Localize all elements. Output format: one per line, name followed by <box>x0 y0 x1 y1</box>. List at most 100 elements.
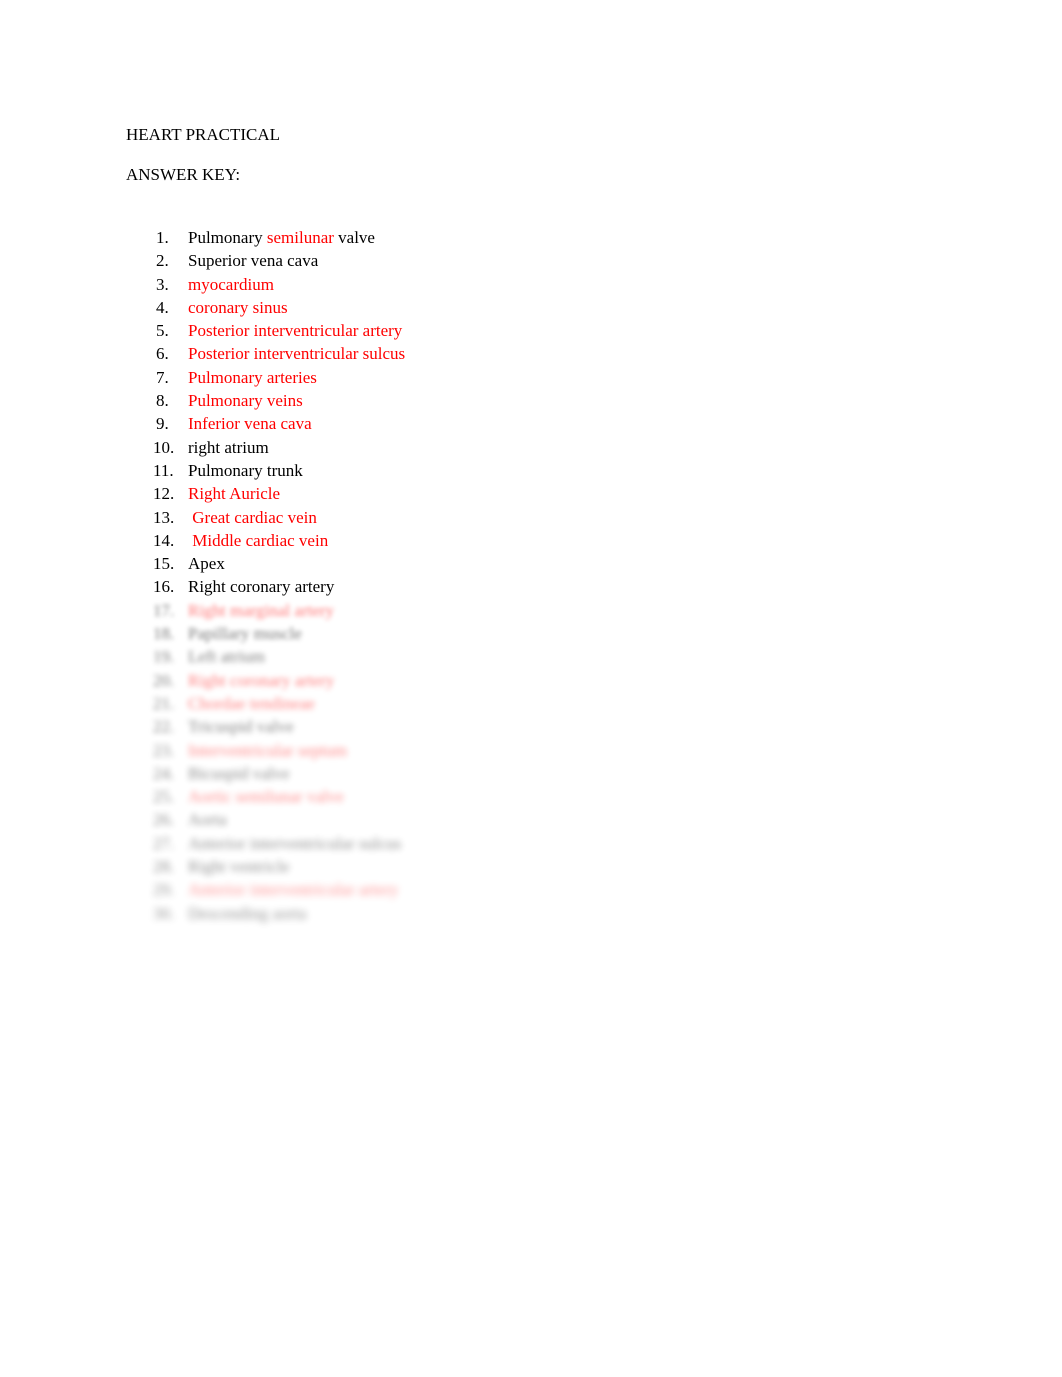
list-item-number: 18. <box>153 624 175 644</box>
list-item: 24. Bicuspid valve <box>126 762 946 785</box>
list-item-text-segment: coronary sinus <box>188 297 288 317</box>
list-item: 15. Apex <box>126 552 946 575</box>
list-item: 3. myocardium <box>126 273 946 296</box>
list-item: 30. Descending aorta <box>126 902 946 925</box>
list-item-text-segment: valve <box>333 228 375 247</box>
list-item-text-segment: Pulmonary veins <box>188 391 303 411</box>
list-item-text: Right Auricle <box>188 484 280 503</box>
list-item: 18. Papillary muscle <box>126 622 946 645</box>
list-item-number: 12. <box>153 484 175 504</box>
list-item-number: 29. <box>153 880 175 900</box>
list-item: 13. Great cardiac vein <box>126 506 946 529</box>
answer-list: 1. Pulmonary semilunar valve 2. Superior ve… <box>126 226 946 925</box>
list-item-text-segment: Anterior interventricular sulcus <box>188 833 402 853</box>
list-item-text-segment: Right marginal artery <box>188 600 335 620</box>
list-item-number: 27. <box>153 833 175 853</box>
list-item-text: Interventricular septum <box>188 741 347 760</box>
list-item: 19. Left atrium <box>126 645 946 668</box>
list-item-number: 30. <box>153 903 175 923</box>
list-item-text-segment: myocardium <box>188 274 274 294</box>
list-item-text: Anterior interventricular sulcus <box>188 834 401 853</box>
list-item-number: 13. <box>153 507 175 527</box>
list-item-number: 7. <box>156 367 169 387</box>
list-item-text-segment: Pulmonary <box>188 228 267 247</box>
list-item-number: 2. <box>156 251 169 271</box>
list-item-text: Descending aorta <box>188 904 306 923</box>
list-item-number: 19. <box>153 647 175 667</box>
list-item-text-segment: Right ventricle <box>188 857 290 877</box>
list-item-number: 14. <box>153 530 175 550</box>
list-item: 17. Right marginal artery <box>126 599 946 622</box>
page-title: HEART PRACTICAL <box>126 125 281 144</box>
list-item-number: 22. <box>153 717 175 737</box>
list-item-number: 16. <box>153 577 175 597</box>
list-item-text-segment: right atrium <box>188 437 269 457</box>
list-item-number: 8. <box>156 391 169 411</box>
list-item: 27. Anterior interventricular sulcus <box>126 832 946 855</box>
list-item-number: 25. <box>153 787 175 807</box>
list-item-number: 5. <box>156 321 169 341</box>
list-item: 20. Right coronary artery <box>126 669 946 692</box>
list-item-number: 1. <box>156 228 169 247</box>
list-item-text: Middle cardiac vein <box>188 531 328 550</box>
list-item: 11. Pulmonary trunk <box>126 459 946 482</box>
list-item-text-segment: Anterior interventricular artery <box>188 880 399 900</box>
list-item-text: Great cardiac vein <box>188 508 317 527</box>
list-item-text: Pulmonary arteries <box>188 368 317 387</box>
list-item-number: 6. <box>156 344 169 364</box>
list-item-text: Right coronary artery <box>188 671 334 690</box>
list-item-text: Anterior interventricular artery <box>188 880 399 899</box>
list-item-text-segment: Bicuspid valve <box>188 763 290 783</box>
list-item-text-segment: Superior vena cava <box>188 251 319 271</box>
list-item: 4. coronary sinus <box>126 296 946 319</box>
list-item-number: 26. <box>153 810 175 830</box>
list-item: 10. right atrium <box>126 436 946 459</box>
list-item-text: Posterior interventricular sulcus <box>188 344 405 363</box>
document-body: HEART PRACTICAL ANSWER KEY: 1. Pulmonary … <box>126 124 946 925</box>
list-item: 16. Right coronary artery <box>126 575 946 598</box>
list-item-text: Right ventricle <box>188 857 290 876</box>
list-item: 8. Pulmonary veins <box>126 389 946 412</box>
list-item: 14. Middle cardiac vein <box>126 529 946 552</box>
list-item-number: 20. <box>153 670 175 690</box>
list-item-text: Superior vena cava <box>188 251 318 270</box>
list-item: 22. Tricuspid valve <box>126 715 946 738</box>
heading-list-spacer <box>126 186 946 226</box>
list-item: 26. Aorta <box>126 808 946 831</box>
list-item: 23. Interventricular septum <box>126 739 946 762</box>
list-item-text-segment: Great cardiac vein <box>188 507 317 527</box>
list-item-text: Papillary muscle <box>188 624 302 643</box>
list-item: 25. Aortic semilunar valve <box>126 785 946 808</box>
list-item-text-segment: Middle cardiac vein <box>188 530 329 550</box>
list-item-text: Chordae tendineae <box>188 694 315 713</box>
list-item-text-segment: Pulmonary trunk <box>188 460 303 480</box>
list-item-text-segment: semilunar <box>266 228 334 247</box>
list-item-text: right atrium <box>188 438 269 457</box>
list-item: 12. Right Auricle <box>126 482 946 505</box>
list-item-text-segment: Right Auricle <box>188 484 281 504</box>
list-item-text-segment: Descending aorta <box>188 903 307 923</box>
list-item-text: Apex <box>188 554 225 573</box>
list-item-number: 21. <box>153 693 175 713</box>
list-item-text: Posterior interventricular artery <box>188 321 402 340</box>
list-item-text: Aorta <box>188 810 227 829</box>
list-item-text: coronary sinus <box>188 298 288 317</box>
list-item: 7. Pulmonary arteries <box>126 366 946 389</box>
list-item: 9. Inferior vena cava <box>126 412 946 435</box>
list-item-text-segment: Pulmonary arteries <box>188 367 317 387</box>
list-item-text: Right coronary artery <box>188 577 334 596</box>
list-item-number: 17. <box>153 600 175 620</box>
list-item: 1. Pulmonary semilunar valve <box>126 226 946 249</box>
list-item: 28. Right ventricle <box>126 855 946 878</box>
list-item-text: myocardium <box>188 275 274 294</box>
list-item-number: 4. <box>156 297 169 317</box>
list-item-text-segment: Left atrium <box>188 647 265 667</box>
list-item-text: Aortic semilunar valve <box>188 787 344 806</box>
list-item-number: 28. <box>153 857 175 877</box>
list-item: 2. Superior vena cava <box>126 249 946 272</box>
list-item-text: Tricuspid valve <box>188 717 294 736</box>
list-item-text-segment: Inferior vena cava <box>188 414 312 434</box>
list-item-text: Pulmonary trunk <box>188 461 303 480</box>
list-item-number: 11. <box>153 460 174 480</box>
list-item-text-segment: Apex <box>188 554 225 574</box>
